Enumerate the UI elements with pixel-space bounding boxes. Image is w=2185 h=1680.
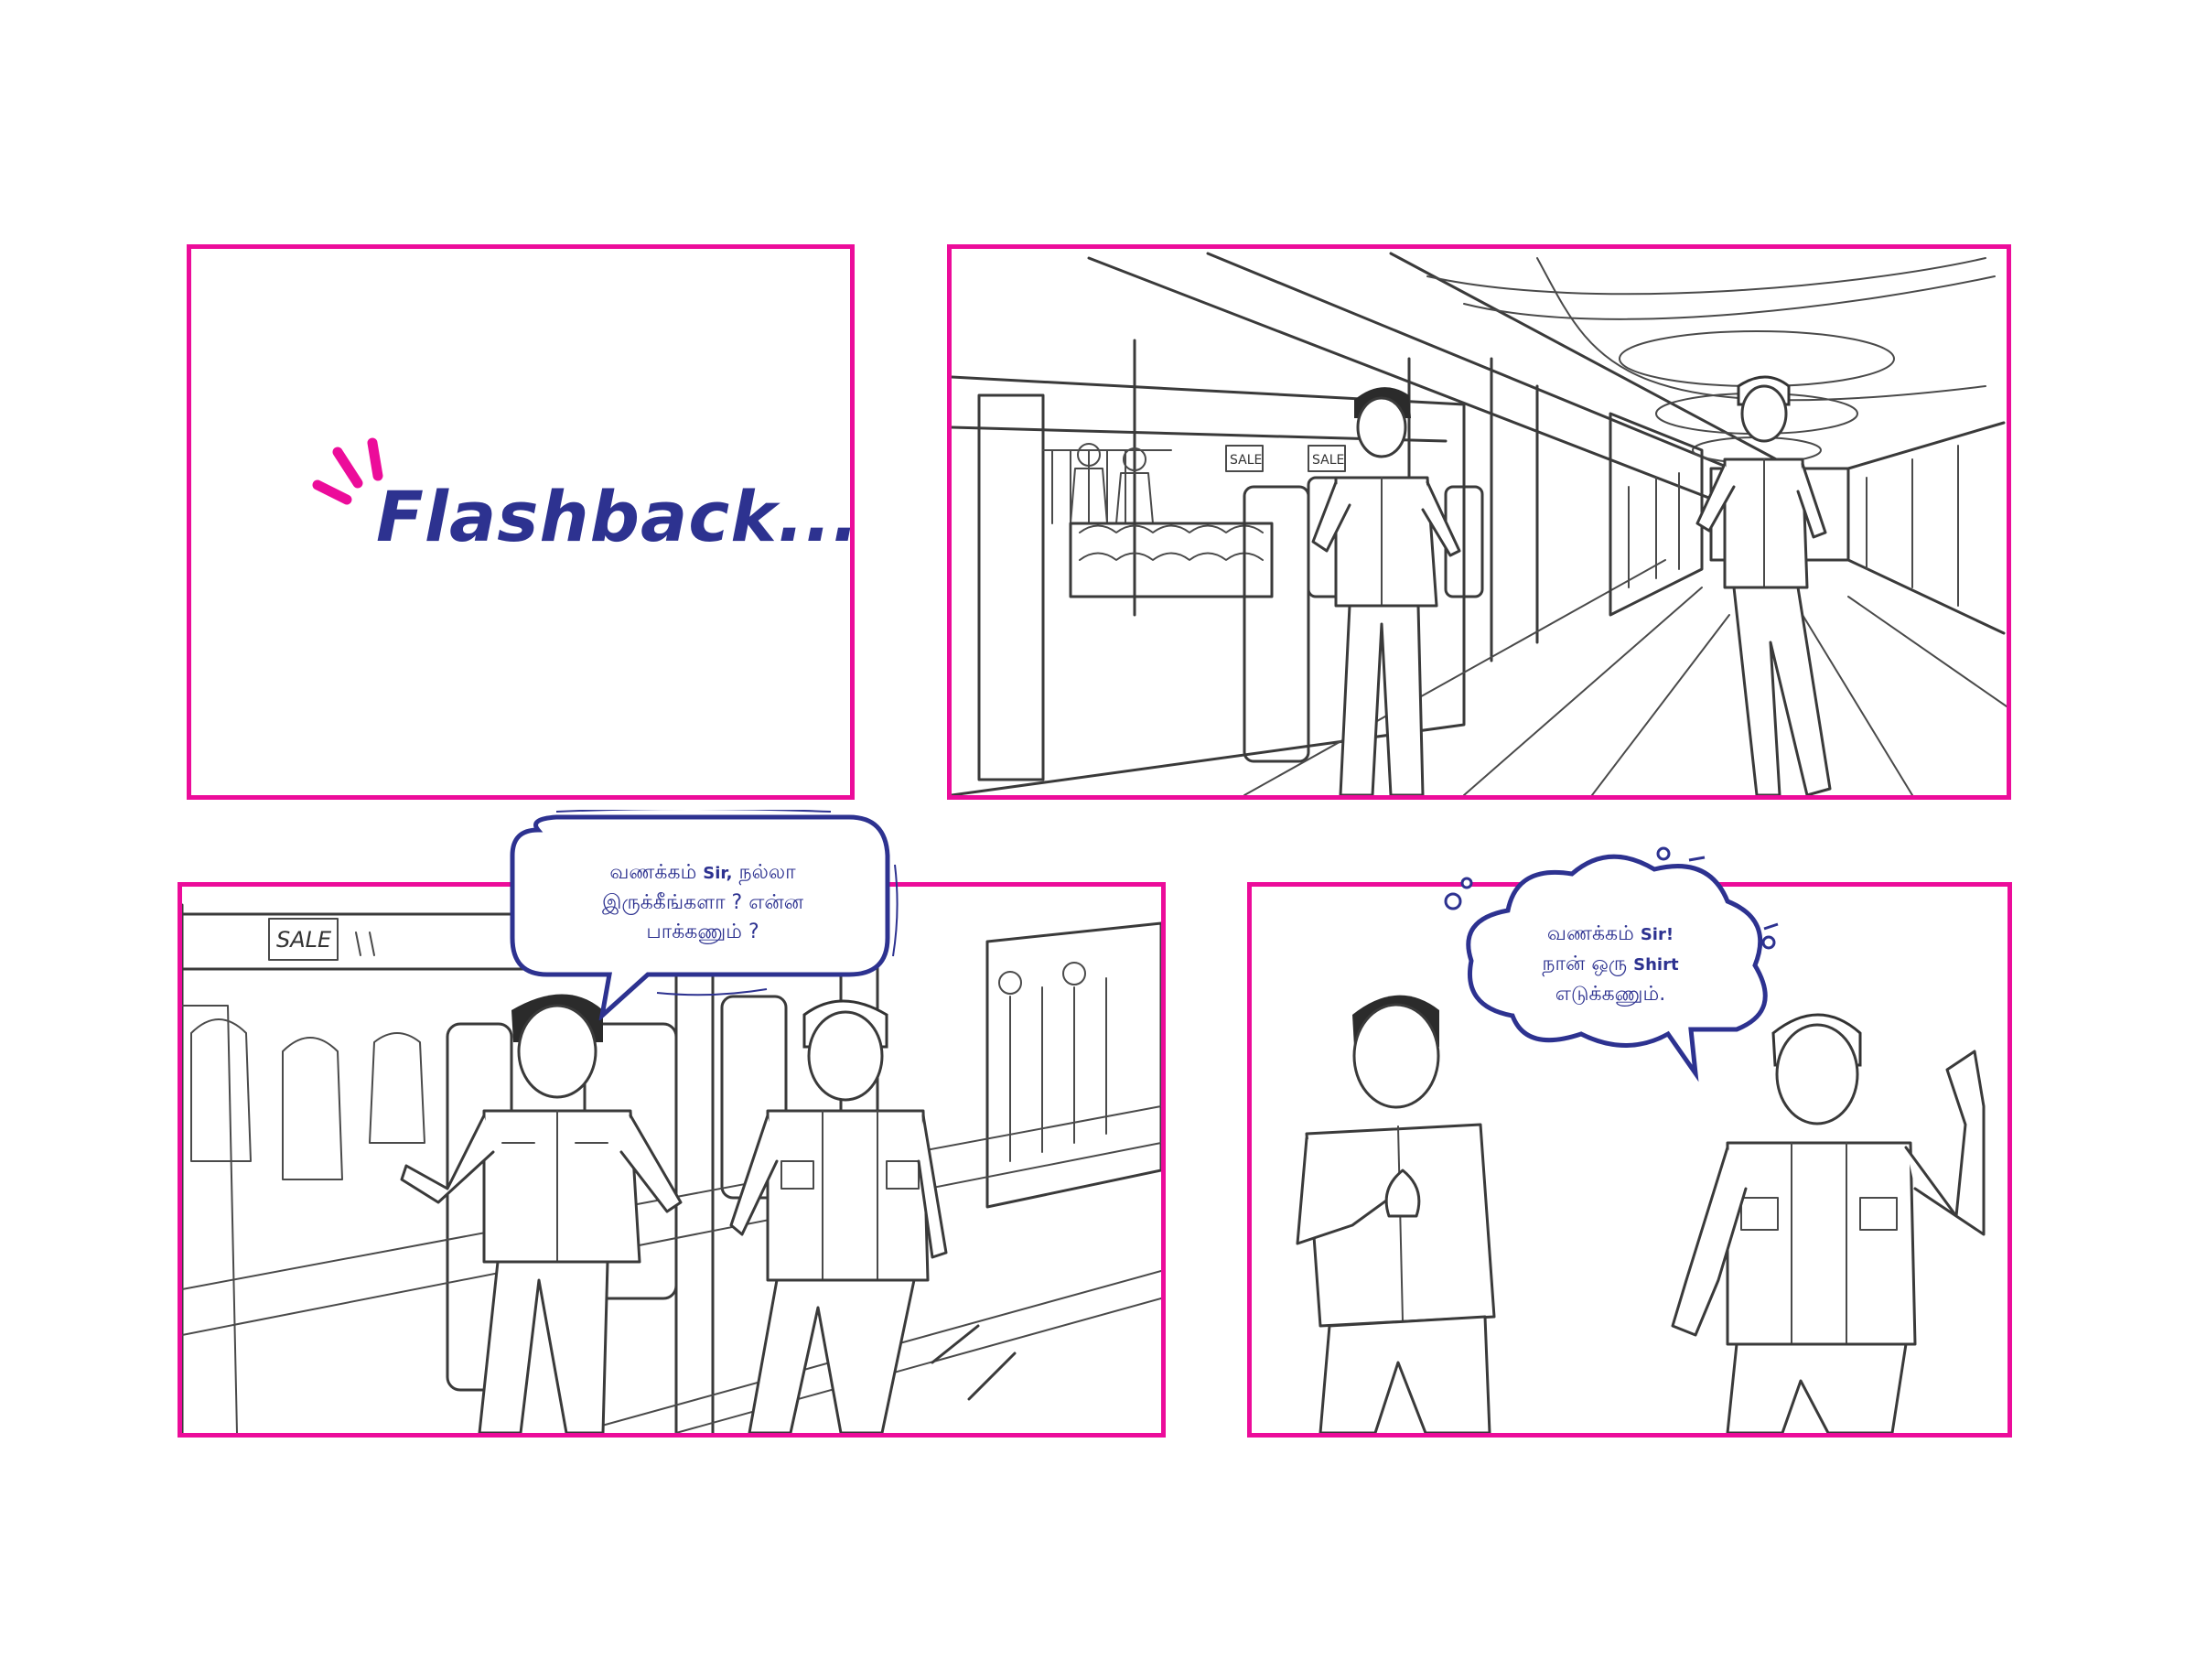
thought-line-1: வணக்கம் Sir!: [1546, 922, 1674, 945]
flashback-caption: Flashback....: [376, 476, 855, 557]
thought-line-2: நான் ஒரு Shirt: [1542, 953, 1679, 975]
speech-line-2: இருக்கீங்களா ? என்ன: [601, 891, 804, 914]
panel-flashback: Flashback....: [187, 244, 855, 800]
panel-mall-walk: SALE SALE: [947, 244, 2011, 800]
sale-sign-left: SALE: [1230, 453, 1262, 468]
speech-line-3: பாக்கணும் ?: [646, 921, 759, 943]
speech-line-1: வணக்கம் Sir, நல்லா: [609, 861, 796, 884]
thought-text-customer: வணக்கம் Sir! நான் ஒரு Shirt எடுக்கணும்.: [1473, 920, 1748, 1009]
burst-marks-icon: [312, 437, 383, 505]
sale-sign: SALE: [276, 927, 332, 953]
flashback-title-group: Flashback....: [310, 432, 850, 569]
mall-scene-illustration: SALE SALE: [952, 252, 2007, 795]
thought-line-3: எடுக்கணும்.: [1555, 983, 1666, 1006]
sale-sign-right: SALE: [1312, 453, 1344, 468]
speech-text-shopkeeper: வணக்கம் Sir, நல்லா இருக்கீங்களா ? என்ன ப…: [520, 858, 886, 947]
